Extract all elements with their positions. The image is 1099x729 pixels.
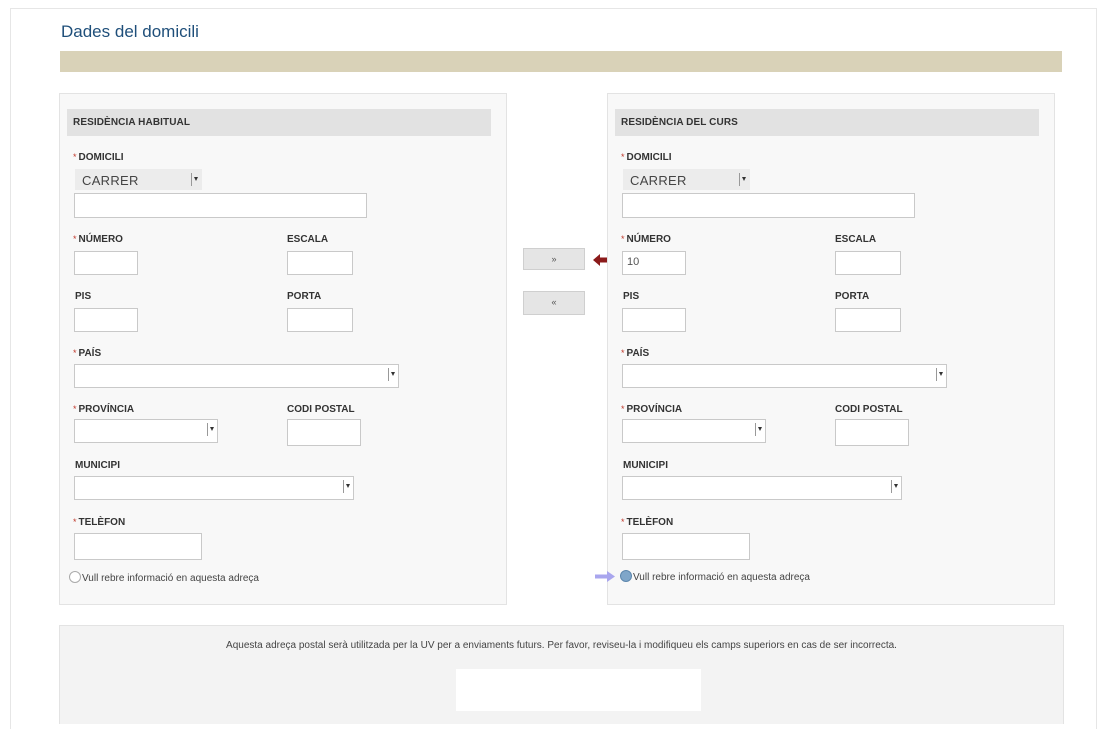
- info-radio[interactable]: Vull rebre informació en aquesta adreça: [620, 570, 810, 583]
- numero-label: * NÚMERO: [73, 234, 123, 245]
- chevron-down-icon: [891, 480, 898, 493]
- pis-label: PIS: [75, 291, 92, 302]
- required-marker: *: [621, 234, 625, 244]
- telefon-input[interactable]: [622, 533, 750, 560]
- codi-postal-label: CODI POSTAL: [835, 404, 903, 415]
- escala-input[interactable]: [835, 251, 901, 275]
- radio-checked-icon[interactable]: [620, 570, 632, 582]
- numero-input[interactable]: 10: [622, 251, 686, 275]
- chevron-down-icon: [388, 368, 395, 381]
- footer-notice: Aquesta adreça postal serà utilitzada pe…: [59, 625, 1064, 724]
- escala-label: ESCALA: [287, 234, 329, 245]
- codi-postal-label: CODI POSTAL: [287, 404, 355, 415]
- escala-label: ESCALA: [835, 234, 877, 245]
- chevron-down-icon: [343, 480, 350, 493]
- footer-blank-box: [456, 669, 701, 711]
- residencia-habitual-panel: RESIDÈNCIA HABITUAL * DOMICILI CARRER * NÚ…: [59, 93, 507, 605]
- panel-header: RESIDÈNCIA HABITUAL: [67, 109, 491, 136]
- provincia-select[interactable]: [74, 419, 218, 443]
- required-marker: *: [621, 404, 625, 414]
- municipi-label: MUNICIPI: [75, 460, 120, 471]
- street-type-value: CARRER: [630, 173, 687, 188]
- required-marker: *: [73, 348, 77, 358]
- street-input[interactable]: [622, 193, 915, 218]
- required-marker: *: [621, 152, 625, 162]
- required-marker: *: [73, 404, 77, 414]
- numero-input[interactable]: [74, 251, 138, 275]
- required-marker: *: [73, 517, 77, 527]
- section-bar: [60, 51, 1062, 72]
- domicili-label: * DOMICILI: [621, 152, 672, 163]
- radio-unchecked-icon[interactable]: [69, 571, 81, 583]
- pais-select[interactable]: [622, 364, 947, 388]
- porta-label: PORTA: [835, 291, 870, 302]
- required-marker: *: [621, 517, 625, 527]
- pis-label: PIS: [623, 291, 640, 302]
- street-type-select[interactable]: CARRER: [75, 169, 202, 190]
- info-radio[interactable]: Vull rebre informació en aquesta adreça: [69, 571, 259, 584]
- municipi-select[interactable]: [74, 476, 354, 500]
- arrow-right-icon: [595, 571, 615, 582]
- escala-input[interactable]: [287, 251, 353, 275]
- telefon-input[interactable]: [74, 533, 202, 560]
- porta-input[interactable]: [287, 308, 353, 332]
- municipi-label: MUNICIPI: [623, 460, 668, 471]
- porta-label: PORTA: [287, 291, 322, 302]
- radio-label: Vull rebre informació en aquesta adreça: [633, 572, 810, 583]
- telefon-label: * TELÈFON: [621, 517, 674, 528]
- chevron-down-icon: [207, 423, 214, 436]
- chevron-down-icon: [739, 173, 746, 186]
- chevron-down-icon: [936, 368, 943, 381]
- panel-header: RESIDÈNCIA DEL CURS: [615, 109, 1039, 136]
- domicili-label: * DOMICILI: [73, 152, 124, 163]
- required-marker: *: [621, 348, 625, 358]
- copy-forward-button[interactable]: »: [523, 248, 585, 270]
- copy-back-button[interactable]: «: [523, 291, 585, 315]
- porta-input[interactable]: [835, 308, 901, 332]
- provincia-select[interactable]: [622, 419, 766, 443]
- pis-input[interactable]: [622, 308, 686, 332]
- residencia-del-curs-panel: RESIDÈNCIA DEL CURS * DOMICILI CARRER * NÚ…: [607, 93, 1055, 605]
- pis-input[interactable]: [74, 308, 138, 332]
- street-type-select[interactable]: CARRER: [623, 169, 750, 190]
- provincia-label: * PROVÍNCIA: [73, 404, 135, 415]
- numero-label: * NÚMERO: [621, 234, 671, 245]
- codi-postal-input[interactable]: [287, 419, 361, 446]
- municipi-select[interactable]: [622, 476, 902, 500]
- page-title: Dades del domicili: [61, 22, 199, 41]
- street-type-value: CARRER: [82, 173, 139, 188]
- required-marker: *: [73, 234, 77, 244]
- footer-message: Aquesta adreça postal serà utilitzada pe…: [226, 640, 897, 651]
- pais-label: * PAÍS: [73, 348, 102, 359]
- telefon-label: * TELÈFON: [73, 517, 126, 528]
- radio-label: Vull rebre informació en aquesta adreça: [82, 573, 259, 584]
- chevron-down-icon: [755, 423, 762, 436]
- street-input[interactable]: [74, 193, 367, 218]
- required-marker: *: [73, 152, 77, 162]
- codi-postal-input[interactable]: [835, 419, 909, 446]
- provincia-label: * PROVÍNCIA: [621, 404, 683, 415]
- chevron-down-icon: [191, 173, 198, 186]
- pais-label: * PAÍS: [621, 348, 650, 359]
- pais-select[interactable]: [74, 364, 399, 388]
